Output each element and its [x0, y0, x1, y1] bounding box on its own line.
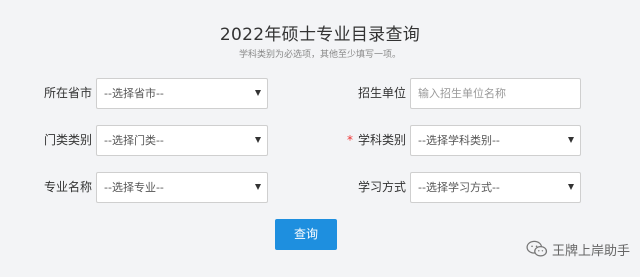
discipline-select-value: --选择学科类别--	[418, 134, 500, 147]
chevron-down-icon	[255, 184, 261, 190]
chevron-down-icon	[255, 137, 261, 143]
school-label: 招生单位	[358, 86, 407, 100]
school-input[interactable]	[410, 78, 581, 109]
province-label: 所在省市	[44, 86, 93, 100]
discipline-label: 学科类别	[358, 133, 407, 147]
study-mode-select[interactable]: --选择学习方式--	[410, 172, 581, 203]
chevron-down-icon	[568, 184, 574, 190]
page-subtitle: 学科类别为必选项，其他至少填写一项。	[238, 50, 401, 60]
page-title: 2022年硕士专业目录查询	[219, 25, 421, 45]
watermark-text: 王牌上岸助手	[551, 243, 630, 259]
category-label: 门类类别	[44, 133, 93, 147]
required-mark: *	[347, 133, 353, 147]
chevron-down-icon	[568, 137, 574, 143]
study-mode-label: 学习方式	[358, 180, 407, 194]
study-mode-select-value: --选择学习方式--	[418, 181, 500, 194]
province-select-value: --选择省市--	[104, 87, 164, 100]
watermark: 王牌上岸助手	[526, 234, 630, 264]
province-select[interactable]: --选择省市--	[96, 78, 268, 109]
wechat-icon	[526, 240, 548, 257]
chevron-down-icon	[255, 90, 261, 96]
discipline-select[interactable]: --选择学科类别--	[410, 125, 581, 156]
category-select[interactable]: --选择门类--	[96, 125, 268, 156]
query-button[interactable]: 查询	[275, 219, 337, 250]
major-select-value: --选择专业--	[104, 181, 164, 194]
query-page: 2022年硕士专业目录查询 学科类别为必选项，其他至少填写一项。 所在省市 --…	[0, 0, 640, 277]
major-label: 专业名称	[44, 180, 93, 194]
major-select[interactable]: --选择专业--	[96, 172, 268, 203]
category-select-value: --选择门类--	[104, 134, 164, 147]
